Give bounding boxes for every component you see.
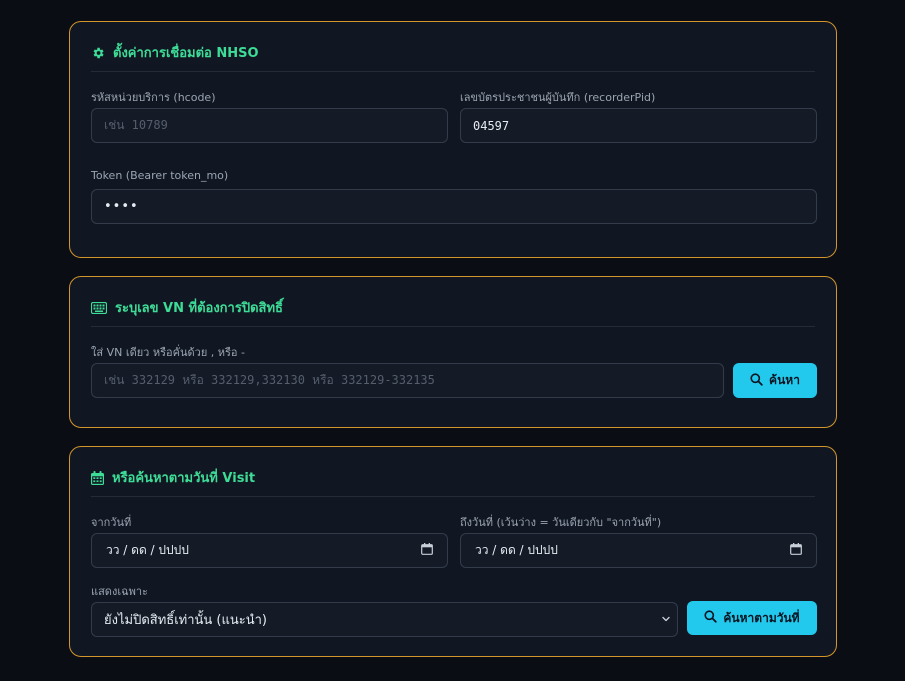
date-search-title: หรือค้นหาตามวันที่ Visit [112,471,256,486]
nhso-settings-header: ตั้งค่าการเชื่อมต่อ NHSO [91,42,259,63]
page: ตั้งค่าการเชื่อมต่อ NHSO รหัสหน่วยบริการ… [0,0,905,681]
vn-search-header: ระบุเลข VN ที่ต้องการปิดสิทธิ์ [91,297,283,318]
calendar-picker-icon[interactable] [421,543,433,558]
vn-search-title: ระบุเลข VN ที่ต้องการปิดสิทธิ์ [115,301,283,316]
calendar-icon [91,470,104,485]
to-date-value: วว / ดด / ปปปป [475,543,558,557]
recorder-pid-input[interactable]: 04597 [460,108,817,143]
token-input[interactable]: •••• [91,189,817,224]
keyboard-icon [91,301,107,314]
to-date-label: ถึงวันที่ (เว้นว่าง = วันเดียวกับ "จากวั… [460,516,662,529]
filter-selected-value: ยังไม่ปิดสิทธิ์เท่านั้น (แนะนำ) [104,613,268,628]
hcode-label: รหัสหน่วยบริการ (hcode) [91,91,216,104]
from-date-value: วว / ดด / ปปปป [106,543,189,557]
token-label: Token (Bearer token_mo) [91,169,229,182]
date-search-card: หรือค้นหาตามวันที่ Visit จากวันที่ วว / … [69,446,837,657]
search-icon [750,372,763,389]
calendar-picker-icon[interactable] [790,543,802,558]
vn-input[interactable]: เช่น 332129 หรือ 332129,332130 หรือ 3321… [91,363,724,398]
vn-search-button[interactable]: ค้นหา [733,363,817,398]
filter-label: แสดงเฉพาะ [91,585,148,598]
divider [91,71,815,72]
gear-icon [91,46,105,60]
hcode-placeholder: เช่น 10789 [104,118,168,132]
token-value: •••• [104,199,139,214]
nhso-settings-title: ตั้งค่าการเชื่อมต่อ NHSO [113,46,259,61]
from-date-label: จากวันที่ [91,516,132,529]
from-date-input[interactable]: วว / ดด / ปปปป [91,533,448,568]
date-search-button[interactable]: ค้นหาตามวันที่ [687,601,817,635]
search-icon [704,610,718,626]
date-search-button-label: ค้นหาตามวันที่ [723,610,800,625]
to-date-input[interactable]: วว / ดด / ปปปป [460,533,817,568]
filter-select[interactable]: ยังไม่ปิดสิทธิ์เท่านั้น (แนะนำ) [91,602,678,637]
divider [91,326,815,327]
hcode-input[interactable]: เช่น 10789 [91,108,448,143]
vn-input-placeholder: เช่น 332129 หรือ 332129,332130 หรือ 3321… [104,373,435,387]
recorder-pid-value: 04597 [473,118,510,133]
nhso-settings-card: ตั้งค่าการเชื่อมต่อ NHSO รหัสหน่วยบริการ… [69,21,837,258]
vn-search-button-label: ค้นหา [769,373,800,387]
divider [91,496,815,497]
recorder-pid-label: เลขบัตรประชาชนผู้บันทึก (recorderPid) [460,91,656,104]
vn-input-label: ใส่ VN เดียว หรือคั่นด้วย , หรือ - [91,346,245,359]
chevron-down-icon [661,613,671,627]
date-search-header: หรือค้นหาตามวันที่ Visit [91,467,255,488]
vn-search-card: ระบุเลข VN ที่ต้องการปิดสิทธิ์ ใส่ VN เด… [69,276,837,428]
